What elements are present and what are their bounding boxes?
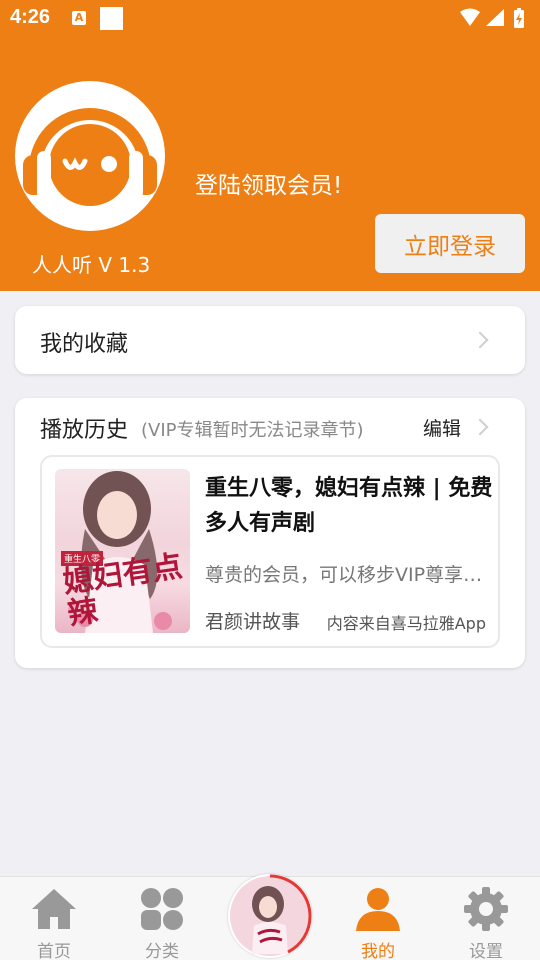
history-edit-button[interactable]: 编辑 <box>423 414 461 441</box>
favorites-label: 我的收藏 <box>40 332 129 357</box>
status-bar: 4:26 A <box>0 0 540 36</box>
gear-icon <box>464 887 508 931</box>
play-history-card: 播放历史 (VIP专辑暂时无法记录章节) 编辑 重生八零 媳妇有点辣 重生八零，… <box>15 398 525 668</box>
system-status-icons <box>460 8 524 28</box>
tab-settings-label: 设置 <box>469 942 503 960</box>
wifi-icon <box>460 8 480 26</box>
tab-mine-label: 我的 <box>361 942 395 960</box>
tab-home[interactable]: 首页 <box>0 877 108 960</box>
login-button[interactable]: 立即登录 <box>375 214 525 273</box>
login-prompt-text[interactable]: 登陆领取会员! <box>195 166 342 200</box>
album-description: 尊贵的会员，可以移步VIP尊享专区收听哦 <box>205 564 495 586</box>
app-logo-avatar[interactable] <box>15 81 165 231</box>
tab-home-label: 首页 <box>37 942 71 960</box>
album-cover-image: 重生八零 媳妇有点辣 <box>55 469 190 633</box>
app-version-label: 人人听 V 1.3 <box>32 253 151 277</box>
tab-category-label: 分类 <box>145 942 179 960</box>
home-icon <box>32 889 76 929</box>
profile-header: 4:26 A 人人听 V 1.3 登陆领取会员! 立即登录 <box>0 0 540 291</box>
status-time: 4:26 <box>10 6 51 28</box>
history-title: 播放历史 <box>40 418 129 443</box>
tab-settings[interactable]: 设置 <box>432 877 540 960</box>
chevron-right-icon <box>471 331 489 349</box>
now-playing-disc[interactable] <box>228 874 312 958</box>
album-author: 君颜讲故事 <box>205 611 301 633</box>
battery-icon <box>514 8 524 28</box>
signal-icon <box>486 9 504 26</box>
chevron-right-icon[interactable] <box>471 418 489 436</box>
now-playing-cover-icon <box>230 874 312 956</box>
notification-square-icon <box>100 7 123 30</box>
album-title: 重生八零，媳妇有点辣 | 免费多人有声剧 <box>205 476 493 536</box>
user-icon <box>356 888 400 931</box>
history-album-item[interactable]: 重生八零 媳妇有点辣 重生八零，媳妇有点辣 | 免费多人有声剧 尊贵的会员，可以… <box>40 455 500 648</box>
grid-icon <box>141 888 183 930</box>
tab-mine[interactable]: 我的 <box>324 877 432 960</box>
album-source: 内容来自喜马拉雅App <box>326 614 486 633</box>
tab-category[interactable]: 分类 <box>108 877 216 960</box>
history-note: (VIP专辑暂时无法记录章节) <box>141 420 364 441</box>
favorites-row[interactable]: 我的收藏 <box>15 306 525 374</box>
headphones-logo-icon <box>23 108 157 206</box>
notification-icon: A <box>72 11 86 25</box>
